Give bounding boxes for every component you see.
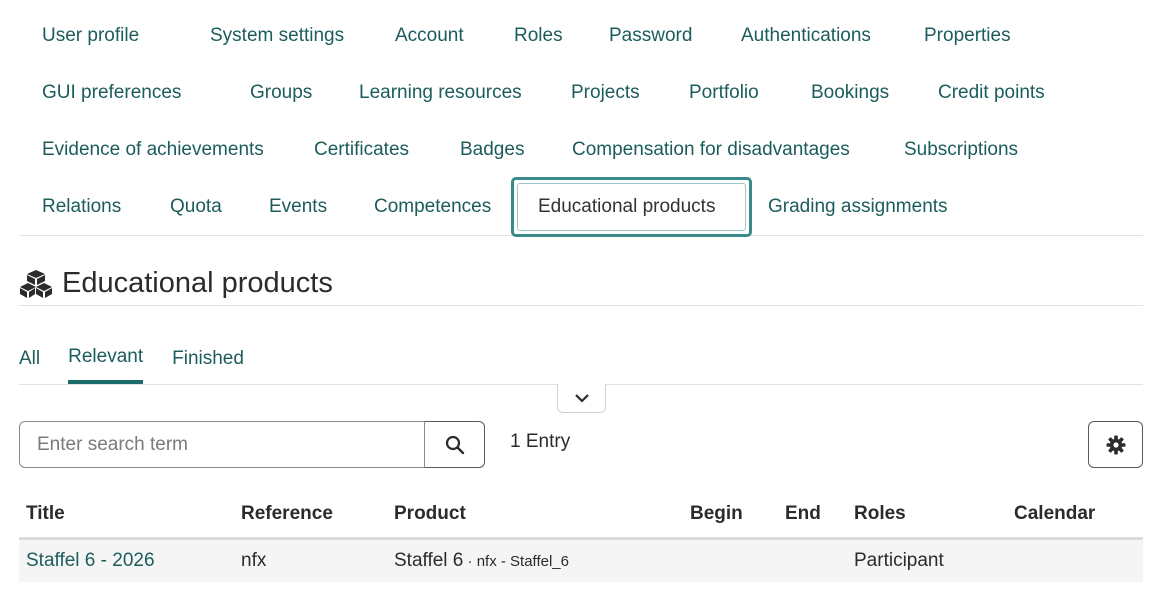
- column-header-roles[interactable]: Roles: [847, 492, 1007, 540]
- tab-system-settings[interactable]: System settings: [187, 8, 372, 64]
- tab-learning-resources[interactable]: Learning resources: [336, 65, 548, 121]
- products-table: Title Reference Product Begin End Roles …: [19, 492, 1143, 582]
- tab-relations[interactable]: Relations: [19, 179, 147, 235]
- search-icon: [445, 435, 464, 454]
- tab-quota[interactable]: Quota: [147, 179, 246, 235]
- row-end: [778, 538, 847, 582]
- column-header-calendar[interactable]: Calendar: [1007, 492, 1143, 540]
- tab-row-4: Relations Quota Events Competences Educa…: [19, 177, 971, 237]
- tab-evidence-of-achievements[interactable]: Evidence of achievements: [19, 122, 291, 178]
- tab-certificates[interactable]: Certificates: [291, 122, 437, 178]
- tab-gui-preferences[interactable]: GUI preferences: [19, 65, 227, 121]
- table-settings-button[interactable]: [1088, 421, 1143, 468]
- row-roles: Participant: [847, 538, 1007, 582]
- tab-user-profile[interactable]: User profile: [19, 8, 187, 64]
- column-header-title[interactable]: Title: [19, 492, 234, 540]
- page-title: Educational products: [19, 262, 1143, 306]
- search-bar: [19, 421, 485, 468]
- tab-authentications[interactable]: Authentications: [718, 8, 901, 64]
- row-product-detail: · nfx - Staffel_6: [463, 552, 569, 570]
- chevron-down-icon: [574, 394, 589, 403]
- row-product: Staffel 6 · nfx - Staffel_6: [387, 538, 683, 582]
- tab-properties[interactable]: Properties: [901, 8, 1034, 64]
- page-heading: Educational products: [62, 267, 333, 299]
- tab-educational-products[interactable]: Educational products: [511, 177, 752, 237]
- tab-projects[interactable]: Projects: [548, 65, 666, 121]
- tab-password[interactable]: Password: [586, 8, 718, 64]
- filter-tab-all[interactable]: All: [19, 334, 40, 384]
- column-header-reference[interactable]: Reference: [234, 492, 387, 540]
- tab-subscriptions[interactable]: Subscriptions: [881, 122, 1041, 178]
- tab-badges[interactable]: Badges: [437, 122, 549, 178]
- filter-tab-finished[interactable]: Finished: [172, 334, 244, 384]
- tab-credit-points[interactable]: Credit points: [915, 65, 1068, 121]
- column-header-product[interactable]: Product: [387, 492, 683, 540]
- row-calendar: [1007, 538, 1143, 582]
- filter-tabs: All Relevant Finished: [19, 334, 1143, 385]
- tab-events[interactable]: Events: [246, 179, 351, 235]
- tab-competences[interactable]: Competences: [351, 179, 511, 235]
- user-settings-tabs: User profile System settings Account Rol…: [19, 0, 1143, 237]
- tab-row-1: User profile System settings Account Rol…: [19, 8, 1034, 64]
- row-product-name: Staffel 6: [394, 549, 464, 571]
- gear-icon: [1106, 435, 1125, 454]
- table-row: Staffel 6 - 2026 nfx Staffel 6 · nfx - S…: [19, 538, 1143, 582]
- entry-count: 1 Entry: [510, 431, 571, 452]
- row-title-link[interactable]: Staffel 6 - 2026: [19, 538, 234, 582]
- tab-roles[interactable]: Roles: [491, 8, 586, 64]
- filter-tab-relevant[interactable]: Relevant: [68, 334, 144, 384]
- tab-compensation-for-disadvantages[interactable]: Compensation for disadvantages: [549, 122, 881, 178]
- table-header-row: Title Reference Product Begin End Roles …: [19, 492, 1143, 540]
- column-header-end[interactable]: End: [778, 492, 847, 540]
- collapse-filters-button[interactable]: [557, 384, 606, 413]
- cubes-icon: [20, 269, 52, 298]
- search-button[interactable]: [425, 421, 485, 468]
- search-input[interactable]: [19, 421, 425, 468]
- row-begin: [683, 538, 778, 582]
- column-header-begin[interactable]: Begin: [683, 492, 778, 540]
- row-reference: nfx: [234, 538, 387, 582]
- tab-row-3: Evidence of achievements Certificates Ba…: [19, 122, 1041, 178]
- tab-grading-assignments[interactable]: Grading assignments: [752, 179, 971, 235]
- tab-portfolio[interactable]: Portfolio: [666, 65, 788, 121]
- tab-bookings[interactable]: Bookings: [788, 65, 915, 121]
- tab-account[interactable]: Account: [372, 8, 491, 64]
- tab-groups[interactable]: Groups: [227, 65, 336, 121]
- tab-row-2: GUI preferences Groups Learning resource…: [19, 65, 1068, 121]
